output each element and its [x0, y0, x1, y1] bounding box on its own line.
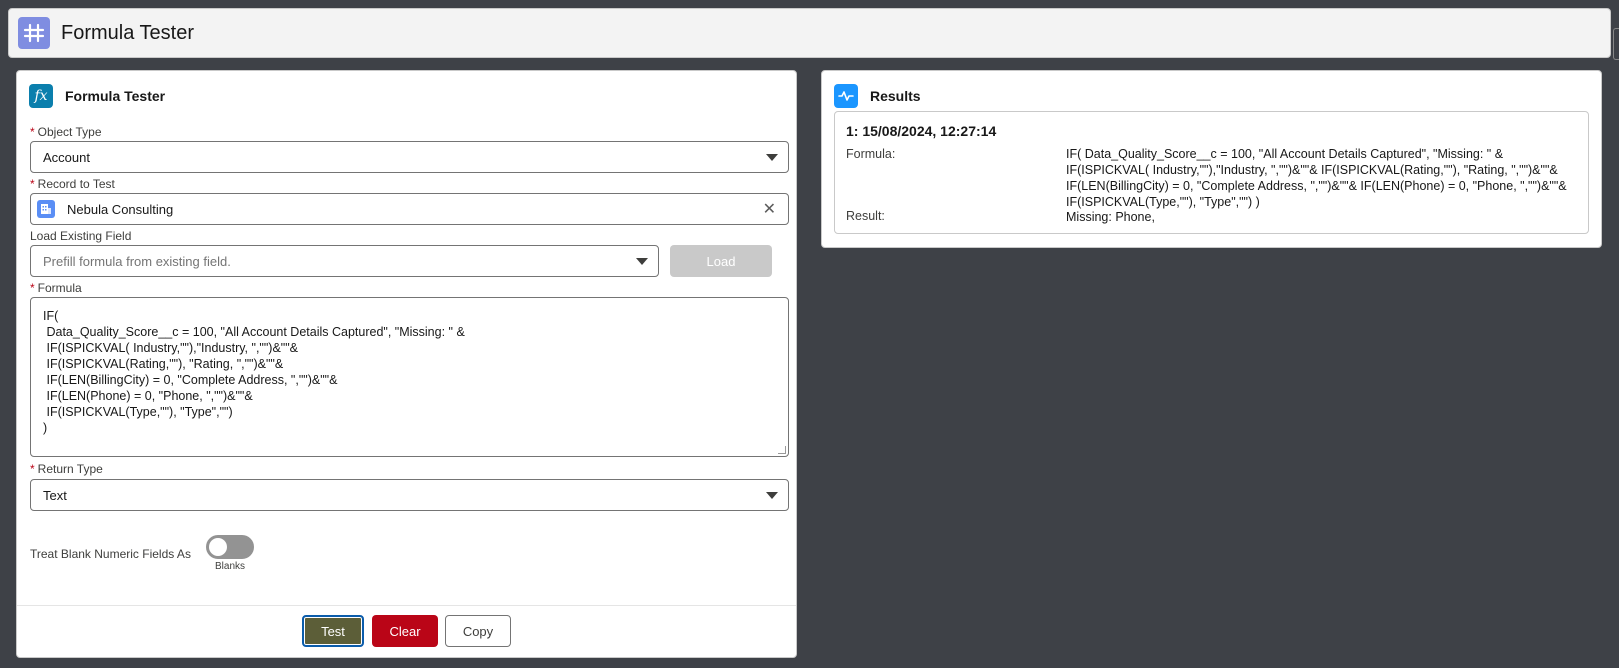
record-label: * Record to Test [30, 177, 115, 191]
blank-fields-toggle[interactable] [206, 535, 254, 559]
resize-handle[interactable] [778, 446, 786, 454]
account-record-icon [37, 200, 55, 218]
return-type-label: * Return Type [30, 462, 103, 476]
record-lookup[interactable]: Nebula Consulting ✕ [30, 193, 789, 225]
results-card: Results 1: 15/08/2024, 12:27:14 Formula:… [821, 70, 1602, 248]
chevron-down-icon [766, 154, 778, 161]
chevron-down-icon [766, 492, 778, 499]
app-header: Formula Tester [8, 8, 1611, 58]
fx-icon: fx [29, 84, 53, 108]
result-entry: 1: 15/08/2024, 12:27:14 Formula: IF( Dat… [834, 111, 1589, 234]
clear-button[interactable]: Clear [372, 615, 438, 647]
pulse-icon [834, 84, 858, 108]
card-title: Formula Tester [65, 88, 166, 104]
load-button[interactable]: Load [670, 245, 772, 277]
formula-label: * Formula [30, 281, 82, 295]
formula-tester-card: fx Formula Tester * Object Type Account *… [16, 70, 797, 658]
toggle-state-label: Blanks [214, 561, 245, 572]
card-header: fx Formula Tester [17, 71, 796, 111]
blank-fields-label: Treat Blank Numeric Fields As [30, 547, 191, 561]
existing-field-label: Load Existing Field [30, 229, 132, 243]
result-result-value: Missing: Phone, [1066, 210, 1155, 224]
result-formula-label: Formula: [846, 147, 896, 161]
result-heading: 1: 15/08/2024, 12:27:14 [846, 123, 997, 139]
copy-button[interactable]: Copy [445, 615, 511, 647]
object-type-value: Account [43, 149, 90, 165]
edge-handle [1613, 28, 1619, 60]
chevron-down-icon [636, 258, 648, 265]
page-title: Formula Tester [61, 21, 195, 44]
return-type-value: Text [43, 487, 67, 503]
formula-bridge-icon [18, 17, 50, 49]
formula-textarea[interactable]: IF( Data_Quality_Score__c = 100, "All Ac… [30, 297, 789, 457]
close-icon[interactable]: ✕ [763, 202, 776, 218]
card-header: Results [822, 71, 1601, 111]
record-value: Nebula Consulting [67, 201, 174, 217]
toggle-knob [209, 538, 227, 556]
test-button[interactable]: Test [302, 615, 364, 647]
object-type-select[interactable]: Account [30, 141, 789, 173]
card-footer: Test Clear Copy [17, 605, 796, 657]
object-type-label: * Object Type [30, 125, 102, 139]
card-title: Results [870, 88, 921, 104]
result-result-label: Result: [846, 209, 885, 223]
existing-field-placeholder: Prefill formula from existing field. [43, 253, 231, 269]
result-formula-value: IF( Data_Quality_Score__c = 100, "All Ac… [1066, 147, 1567, 209]
formula-text: IF( Data_Quality_Score__c = 100, "All Ac… [43, 309, 465, 435]
existing-field-select[interactable]: Prefill formula from existing field. [30, 245, 659, 277]
return-type-select[interactable]: Text [30, 479, 789, 511]
